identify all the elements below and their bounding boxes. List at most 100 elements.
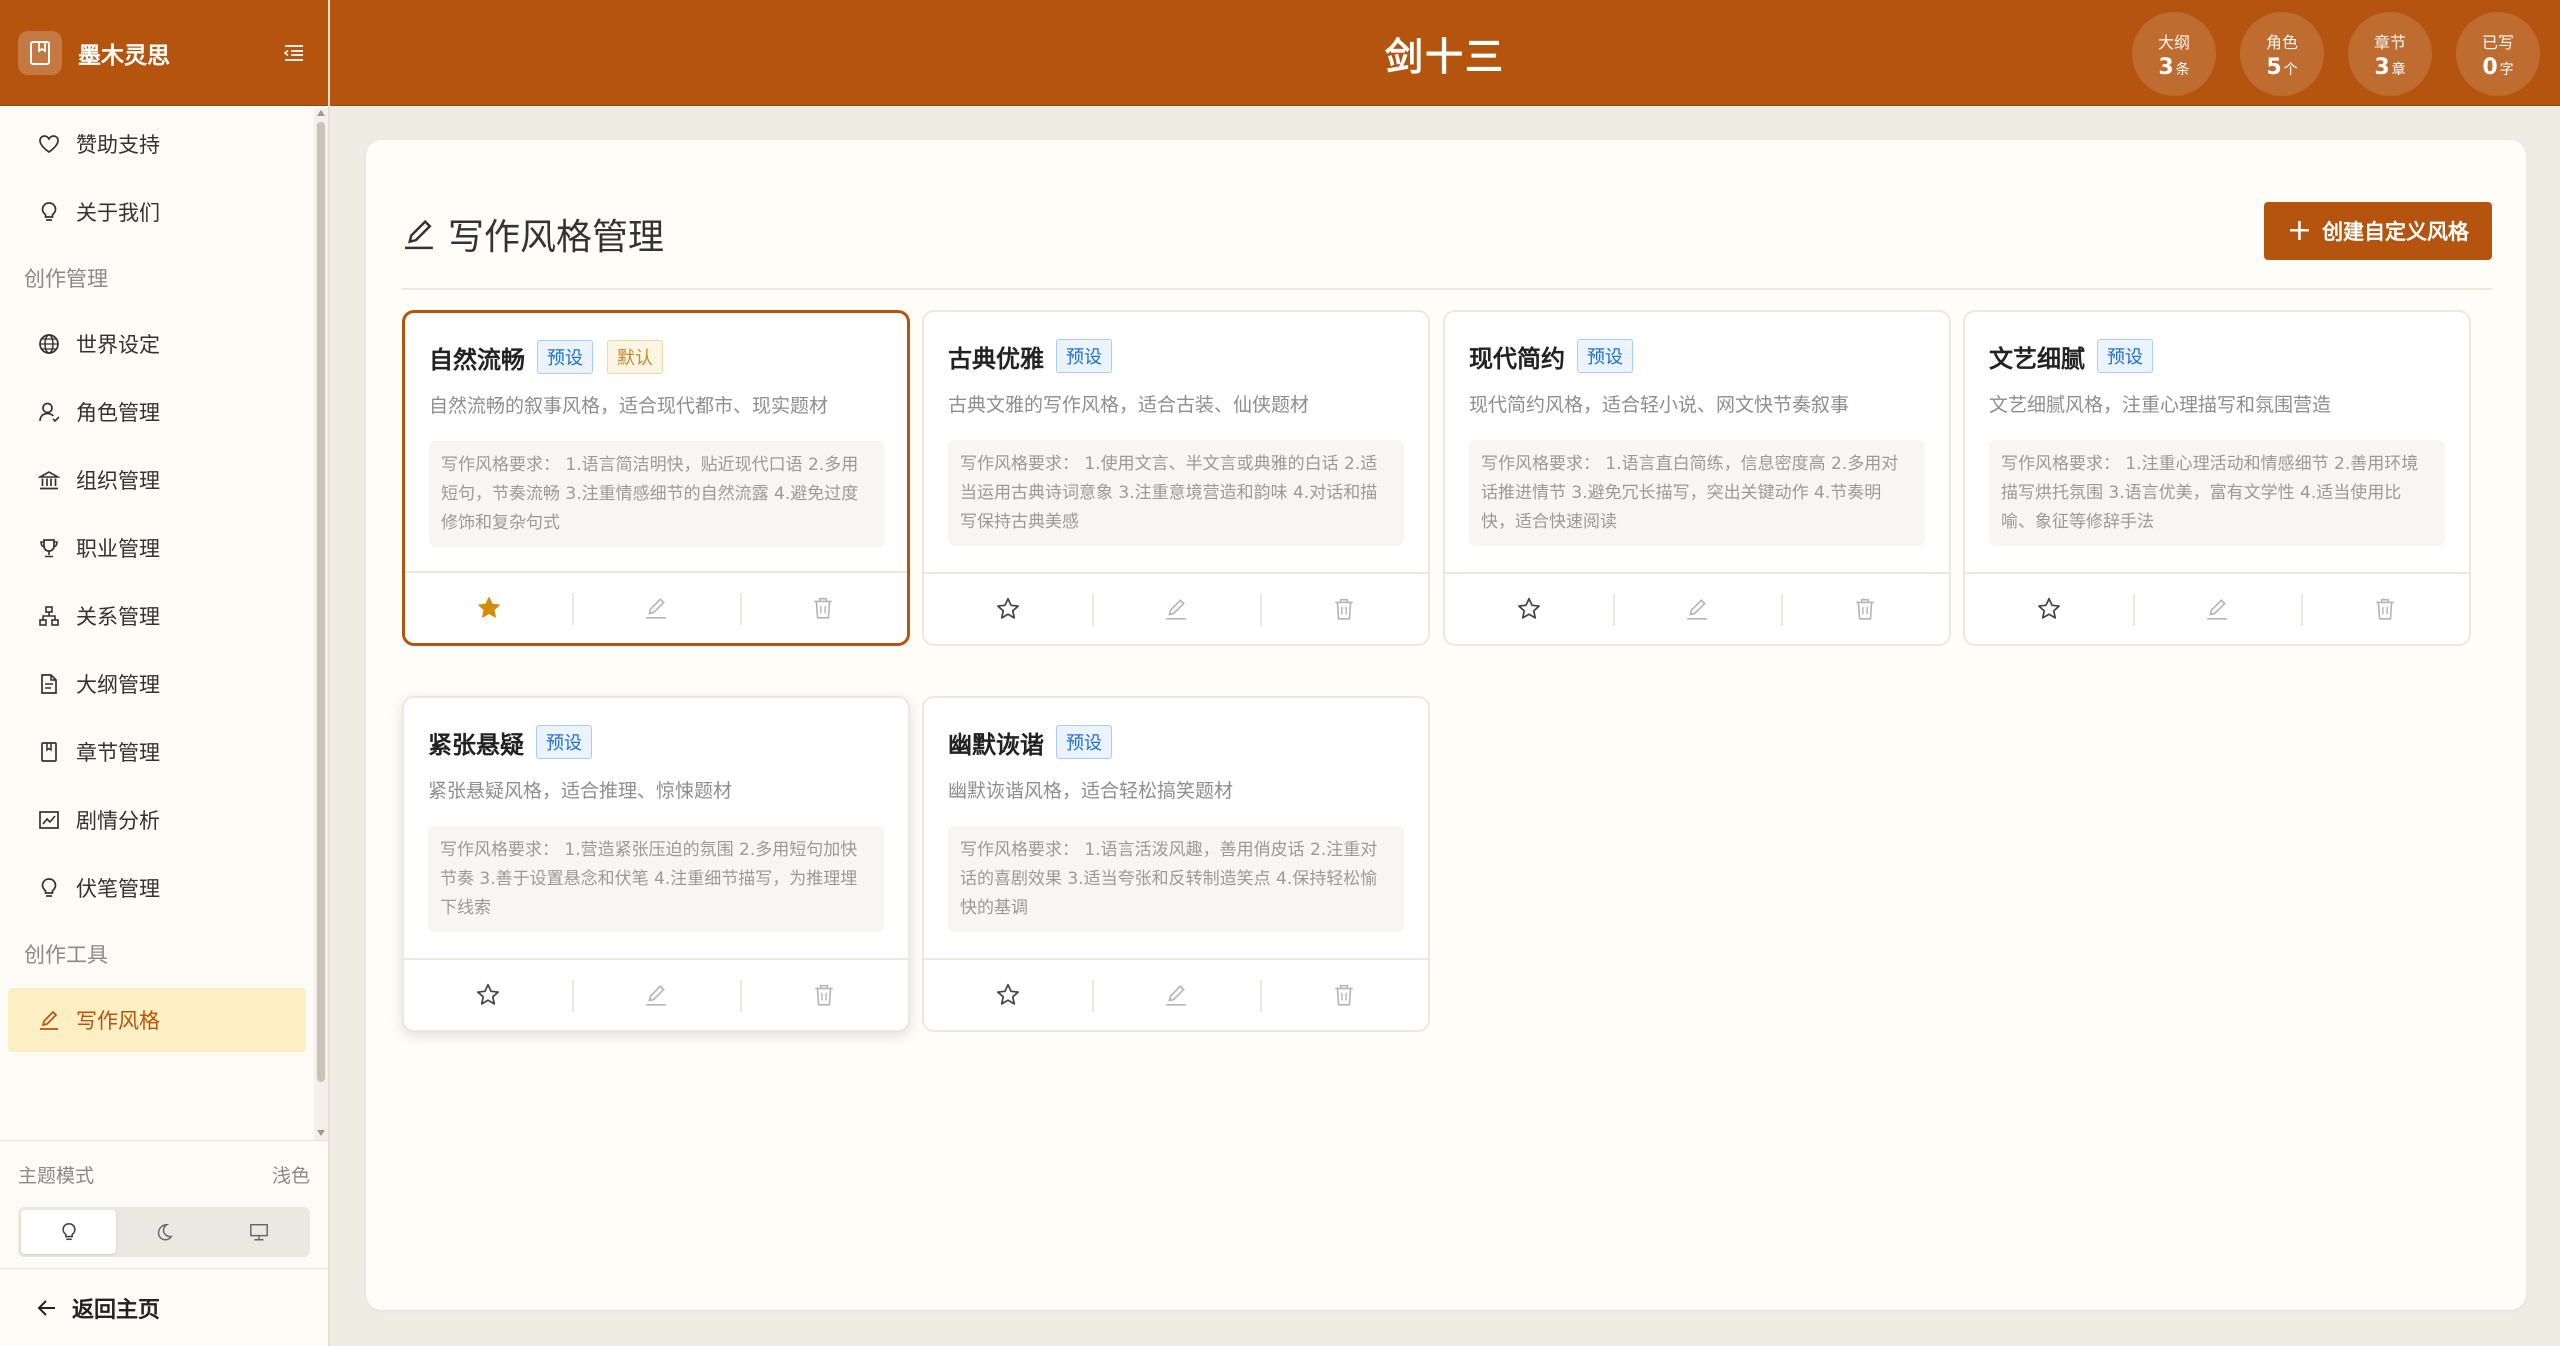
delete-icon[interactable] [1260, 574, 1428, 644]
globe-icon [39, 334, 59, 354]
theme-light-button[interactable] [21, 1210, 117, 1254]
stat-words: 已写 0字 [2456, 12, 2540, 96]
style-card[interactable]: 紧张悬疑 预设 紧张悬疑风格，适合推理、惊悚题材 写作风格要求： 1.营造紧张压迫… [402, 696, 910, 1032]
star-icon[interactable] [924, 960, 1092, 1030]
edit-icon[interactable] [1613, 574, 1781, 644]
brand-bar: 墨木灵思 [0, 0, 328, 106]
tag-preset: 预设 [1577, 339, 1633, 373]
theme-mode-row: 主题模式 浅色 [18, 1141, 310, 1207]
panel-header: 写作风格管理 + 创建自定义风格 [402, 202, 2492, 290]
delete-icon[interactable] [739, 573, 907, 643]
stat-label: 已写 [2481, 32, 2514, 52]
stat-label: 章节 [2373, 32, 2406, 52]
tag-preset: 预设 [536, 725, 592, 759]
nav-group-creation: 创作管理 [24, 267, 108, 291]
stat-value: 0 [2482, 54, 2498, 80]
stat-unit: 条 [2175, 61, 2190, 78]
sidebar: 墨木灵思 赞助支持 关于我们 创作管理 世界设定 角色管理 组织管理 职业管理 … [0, 0, 330, 1346]
heart-icon [39, 135, 59, 154]
sidebar-item-relations[interactable]: 关系管理 [8, 584, 306, 648]
delete-icon[interactable] [740, 960, 908, 1030]
edit-icon[interactable] [572, 573, 739, 643]
theme-mode-box: 主题模式 浅色 [0, 1140, 328, 1257]
style-description: 自然流畅的叙事风格，适合现代都市、现实题材 [429, 395, 829, 417]
style-description: 古典文雅的写作风格，适合古装、仙侠题材 [948, 394, 1310, 416]
delete-icon[interactable] [1260, 960, 1428, 1030]
stat-value: 3 [2158, 54, 2174, 80]
edit-icon[interactable] [1092, 960, 1260, 1030]
card-actions [1445, 572, 1949, 644]
sidebar-item-chapters[interactable]: 章节管理 [8, 720, 306, 784]
sidebar-item-sponsor[interactable]: 赞助支持 [8, 112, 306, 176]
create-button-label: 创建自定义风格 [2322, 220, 2470, 244]
sidebar-nav: 赞助支持 关于我们 创作管理 世界设定 角色管理 组织管理 职业管理 关系管理 [0, 108, 314, 1140]
style-card[interactable]: 古典优雅 预设 古典文雅的写作风格，适合古装、仙侠题材 写作风格要求： 1.使用文… [922, 310, 1430, 646]
style-description: 现代简约风格，适合轻小说、网文快节奏叙事 [1469, 394, 1850, 416]
cluster-icon [39, 606, 59, 626]
card-actions [924, 572, 1428, 644]
sidebar-scrollbar[interactable] [314, 108, 328, 1140]
stat-label: 角色 [2265, 32, 2298, 52]
stat-value: 5 [2266, 54, 2282, 80]
stat-label: 大纲 [2157, 32, 2190, 52]
writing-style-panel: 写作风格管理 + 创建自定义风格 自然流畅 预设 默认 自然流畅的叙事风格，适合现代… [366, 140, 2526, 1310]
theme-system-button[interactable] [212, 1210, 307, 1254]
card-actions [924, 958, 1428, 1030]
top-header: 剑十三 大纲 3条 角色 5个 章节 3章 已写 0字 [330, 0, 2560, 106]
sidebar-item-label: 组织管理 [76, 469, 160, 493]
stat-unit: 字 [2499, 61, 2514, 78]
style-description: 紧张悬疑风格，适合推理、惊悚题材 [428, 780, 733, 802]
scrollbar-thumb[interactable] [317, 122, 325, 1082]
create-custom-style-button[interactable]: + 创建自定义风格 [2264, 202, 2492, 260]
stat-chapters: 章节 3章 [2348, 12, 2432, 96]
sidebar-item-label: 角色管理 [76, 401, 160, 425]
sidebar-item-label: 世界设定 [76, 333, 160, 357]
sidebar-item-plot-analysis[interactable]: 剧情分析 [8, 788, 306, 852]
card-actions [1965, 572, 2469, 644]
style-name: 古典优雅 [948, 344, 1044, 373]
back-home-link[interactable]: 返回主页 [0, 1268, 328, 1346]
style-card[interactable]: 文艺细腻 预设 文艺细腻风格，注重心理描写和氛围营造 写作风格要求： 1.注重心理… [1963, 310, 2471, 646]
card-actions [405, 571, 907, 643]
sidebar-item-outline[interactable]: 大纲管理 [8, 652, 306, 716]
lightbulb-icon [41, 202, 57, 221]
style-card[interactable]: 自然流畅 预设 默认 自然流畅的叙事风格，适合现代都市、现实题材 写作风格要求： 1… [402, 310, 910, 646]
stat-unit: 章 [2391, 61, 2406, 78]
edit-icon[interactable] [572, 960, 740, 1030]
sidebar-item-foreshadowing[interactable]: 伏笔管理 [8, 856, 306, 920]
menu-fold-icon[interactable] [278, 37, 310, 69]
edit-icon [40, 1010, 58, 1030]
sidebar-item-world[interactable]: 世界设定 [8, 312, 306, 376]
scroll-up-arrow-icon[interactable] [317, 110, 325, 116]
star-filled-icon[interactable] [405, 573, 572, 643]
stat-value: 3 [2374, 54, 2390, 80]
sidebar-item-writing-style[interactable]: 写作风格 [8, 988, 306, 1052]
delete-icon[interactable] [2301, 574, 2469, 644]
theme-mode-current: 浅色 [271, 1164, 310, 1187]
style-name: 文艺细腻 [1989, 344, 2085, 373]
style-card[interactable]: 幽默诙谐 预设 幽默诙谐风格，适合轻松搞笑题材 写作风格要求： 1.语言活泼风趣，… [922, 696, 1430, 1032]
sidebar-item-about[interactable]: 关于我们 [8, 180, 306, 244]
theme-dark-button[interactable] [116, 1210, 211, 1254]
star-icon[interactable] [1445, 574, 1613, 644]
tag-preset: 预设 [2097, 339, 2153, 373]
edit-icon[interactable] [2133, 574, 2301, 644]
sidebar-item-organizations[interactable]: 组织管理 [8, 448, 306, 512]
star-icon[interactable] [924, 574, 1092, 644]
star-icon[interactable] [404, 960, 572, 1030]
book-logo-icon[interactable] [18, 30, 62, 75]
style-requirements: 写作风格要求： 1.注重心理活动和情感细节 2.善用环境描写烘托氛围 3.语言优… [1989, 440, 2445, 546]
sidebar-item-professions[interactable]: 职业管理 [8, 516, 306, 580]
style-card[interactable]: 现代简约 预设 现代简约风格，适合轻小说、网文快节奏叙事 写作风格要求： 1.语言… [1443, 310, 1951, 646]
sidebar-item-label: 章节管理 [76, 741, 160, 765]
sidebar-item-label: 关于我们 [76, 201, 160, 225]
brand-name: 墨木灵思 [78, 42, 170, 69]
tag-preset: 预设 [1056, 725, 1112, 759]
sidebar-item-characters[interactable]: 角色管理 [8, 380, 306, 444]
sidebar-item-label: 写作风格 [76, 1009, 160, 1033]
star-icon[interactable] [1965, 574, 2133, 644]
scroll-down-arrow-icon[interactable] [317, 1130, 325, 1136]
delete-icon[interactable] [1781, 574, 1949, 644]
edit-icon[interactable] [1092, 574, 1260, 644]
desktop-icon [250, 1224, 269, 1241]
